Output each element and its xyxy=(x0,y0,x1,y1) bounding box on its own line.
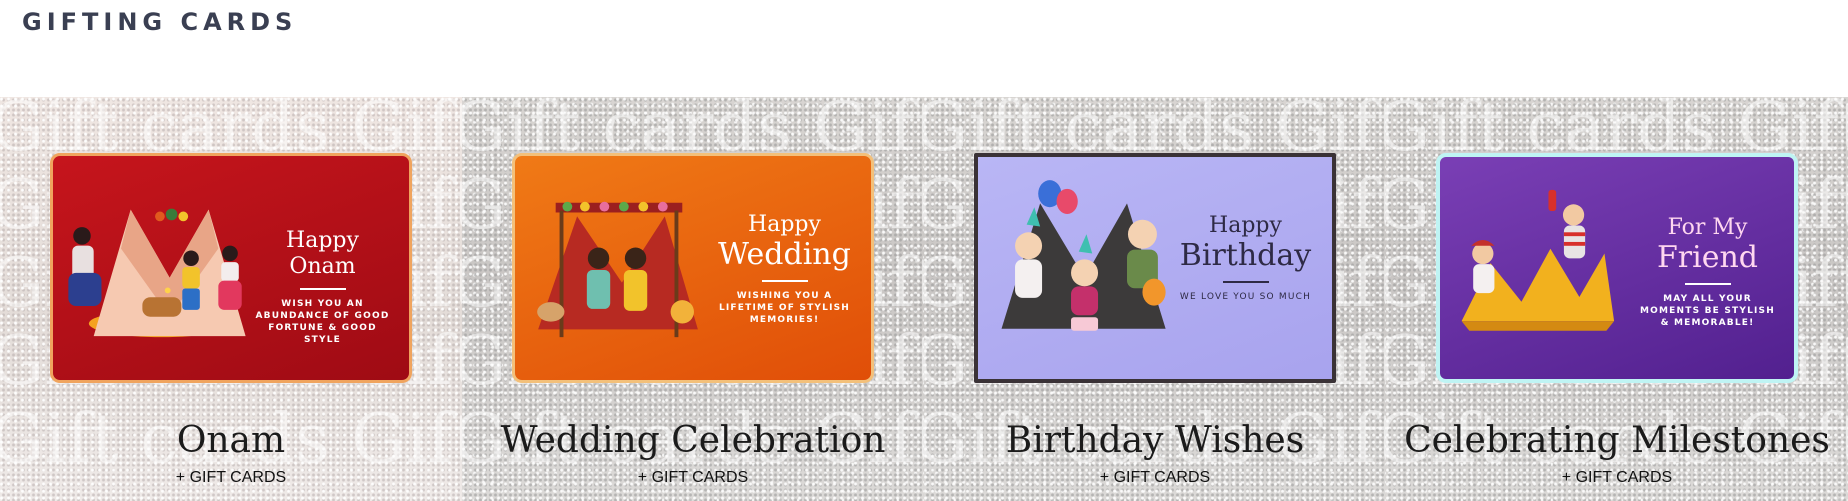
greeting-title-line2: Wedding xyxy=(718,237,851,272)
greeting-text: Happy Onam WISH YOU AN ABUNDANCE OF GOOD… xyxy=(250,228,395,346)
greeting-divider xyxy=(761,280,808,282)
gift-cards-link[interactable]: + GIFT CARDS xyxy=(0,469,462,487)
greeting-title-line1: For My xyxy=(1667,215,1748,240)
section-title: GIFTING CARDS xyxy=(22,8,298,36)
gift-card-tile-birthday[interactable]: Gift cards Gift cards Gift cardsGift car… xyxy=(924,97,1386,501)
gift-card-image-birthday[interactable]: Happy Birthday WE LOVE YOU SO MUCH xyxy=(974,153,1336,383)
greeting-subtitle: WISH YOU AN ABUNDANCE OF GOOD FORTUNE & … xyxy=(255,299,390,345)
card-title[interactable]: Birthday Wishes xyxy=(924,420,1386,461)
gift-cards-link[interactable]: + GIFT CARDS xyxy=(924,469,1386,487)
card-title[interactable]: Onam xyxy=(0,420,462,461)
gift-card-image-wedding[interactable]: Happy Wedding WISHING YOU A LIFETIME OF … xyxy=(512,153,874,383)
gift-card-image-onam[interactable]: Happy Onam WISH YOU AN ABUNDANCE OF GOOD… xyxy=(50,153,412,383)
greeting-title-line1: Happy xyxy=(748,212,821,237)
gift-card-image-friend[interactable]: For My Friend MAY ALL YOUR MOMENTS BE ST… xyxy=(1436,153,1798,383)
greeting-title-line2: Friend xyxy=(1656,240,1759,275)
card-title[interactable]: Celebrating Milestones xyxy=(1386,420,1848,461)
greeting-divider xyxy=(299,288,346,290)
greeting-text: Happy Birthday WE LOVE YOU SO MUCH xyxy=(1173,213,1318,303)
greeting-divider xyxy=(1684,283,1731,285)
gift-card-tile-wedding[interactable]: Gift cards Gift cards Gift cardsGift car… xyxy=(462,97,924,501)
greeting-subtitle: WISHING YOU A LIFETIME OF STYLISH MEMORI… xyxy=(718,291,851,325)
greeting-divider xyxy=(1222,281,1269,283)
gift-cards-link[interactable]: + GIFT CARDS xyxy=(462,469,924,487)
greeting-text: Happy Wedding WISHING YOU A LIFETIME OF … xyxy=(712,212,857,326)
card-title[interactable]: Wedding Celebration xyxy=(462,420,924,461)
greeting-subtitle: WE LOVE YOU SO MUCH xyxy=(1179,292,1312,302)
gift-cards-link[interactable]: + GIFT CARDS xyxy=(1386,469,1848,487)
greeting-title: Happy Onam xyxy=(286,228,359,279)
greeting-subtitle: MAY ALL YOUR MOMENTS BE STYLISH & MEMORA… xyxy=(1640,294,1775,328)
gift-card-tile-milestones[interactable]: Gift cards Gift cards Gift cardsGift car… xyxy=(1386,97,1848,501)
greeting-title-line1: Happy xyxy=(1209,213,1282,238)
greeting-text: For My Friend MAY ALL YOUR MOMENTS BE ST… xyxy=(1635,215,1780,329)
gift-card-carousel: Gift cards Gift cards Gift cardsGift car… xyxy=(0,97,1848,501)
greeting-title-line2: Birthday xyxy=(1179,238,1312,273)
gift-card-tile-onam[interactable]: Gift cards Gift cards Gift cardsGift car… xyxy=(0,97,462,501)
